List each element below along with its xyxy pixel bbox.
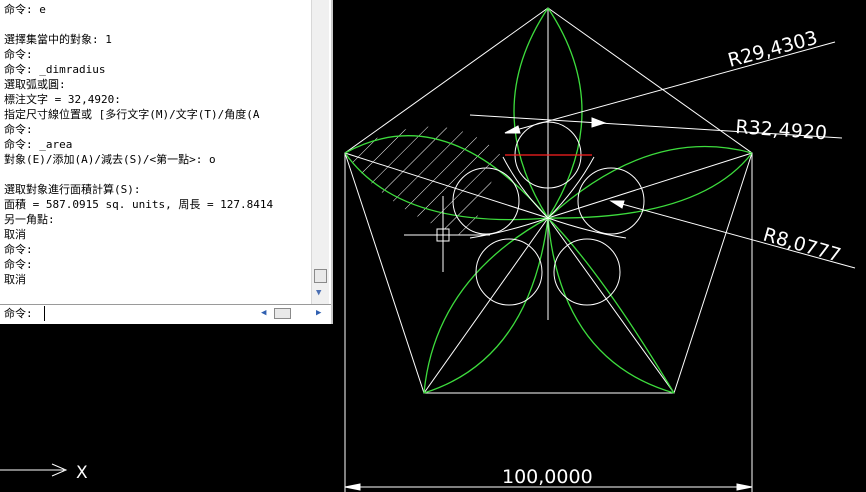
history-line: 命令: — [4, 48, 33, 61]
ucs-x-label: X — [76, 463, 88, 483]
history-line: 命令: — [4, 243, 33, 256]
scroll-down-arrow-icon[interactable]: ▼ — [316, 288, 321, 298]
history-line: 命令: _dimradius — [4, 63, 106, 76]
history-line: 另一角點: — [4, 213, 55, 226]
input-horizontal-scrollbar[interactable]: ◀ ▶ — [258, 307, 328, 320]
dim-r29[interactable]: R29,4303 — [726, 27, 820, 72]
scroll-right-arrow-icon[interactable]: ▶ — [316, 307, 321, 320]
history-line — [4, 167, 311, 182]
dim-r8[interactable]: R8,0777 — [761, 224, 844, 267]
history-line: 命令: — [4, 258, 33, 271]
history-vertical-scrollbar[interactable]: ▼ — [311, 0, 329, 304]
horizontal-scroll-thumb[interactable] — [274, 308, 291, 319]
dim-base-length[interactable]: 100,0000 — [502, 466, 593, 488]
command-input[interactable] — [44, 306, 251, 321]
history-line: 選擇集當中的對象: 1 — [4, 33, 112, 46]
history-line: 取消 — [4, 228, 26, 241]
ucs-icon — [0, 463, 68, 477]
history-line: 標注文字 = 32,4920: — [4, 93, 121, 106]
command-history: 命令: e 選擇集當中的對象: 1 命令: 命令: _dimradius 選取弧… — [0, 0, 311, 304]
history-line — [4, 17, 311, 32]
history-line: 選取對象進行面積計算(S): — [4, 183, 141, 196]
command-prompt-label: 命令: — [4, 307, 33, 320]
vertical-scroll-thumb[interactable] — [314, 269, 327, 283]
history-line: 命令: — [4, 123, 33, 136]
history-line: 命令: e — [4, 3, 46, 16]
scroll-left-arrow-icon[interactable]: ◀ — [261, 307, 266, 320]
dim-r32[interactable]: R32,4920 — [735, 116, 828, 144]
history-line: 指定尺寸線位置或 [多行文字(M)/文字(T)/角度(A — [4, 108, 260, 121]
history-line: 命令: _area — [4, 138, 73, 151]
hatched-petal-region[interactable] — [345, 126, 503, 238]
command-window[interactable]: 命令: e 選擇集當中的對象: 1 命令: 命令: _dimradius 選取弧… — [0, 0, 333, 324]
history-line: 對象(E)/添加(A)/減去(S)/<第一點>: o — [4, 153, 216, 166]
history-line: 取消 — [4, 273, 26, 286]
command-input-row: 命令: ◀ ▶ — [0, 304, 331, 322]
history-line: 面積 = 587.0915 sq. units, 周長 = 127.8414 — [4, 198, 274, 211]
history-line: 選取弧或圓: — [4, 78, 66, 91]
